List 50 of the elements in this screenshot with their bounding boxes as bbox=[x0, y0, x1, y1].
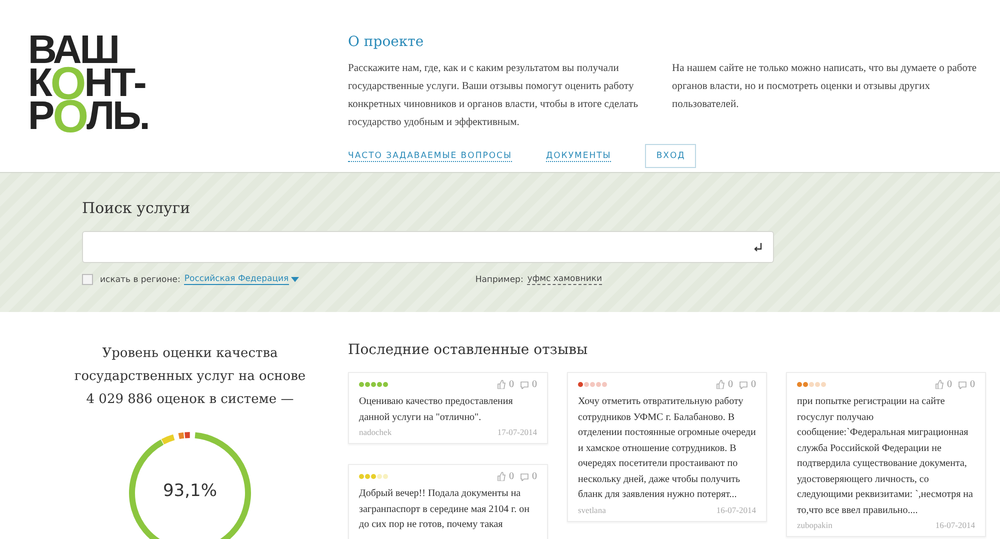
review-author: zubopakin bbox=[797, 520, 832, 530]
nav-link[interactable]: ЧАСТО ЗАДАВАЕМЫЕ ВОПРОСЫ bbox=[348, 150, 512, 162]
example-label: Например: bbox=[475, 274, 524, 284]
review-text: Добрый вечер!! Подала документы на загранпаспорт в середине мая 2104 г. он до сих пор не готов, почему такая bbox=[359, 487, 530, 532]
logo-text: О bbox=[52, 100, 86, 133]
logo-text: Р bbox=[28, 100, 53, 133]
enter-icon bbox=[753, 242, 763, 252]
likes-count: 0 bbox=[947, 379, 952, 390]
review-date: 16-07-2014 bbox=[935, 520, 975, 530]
comment-icon[interactable] bbox=[520, 472, 529, 480]
logo-text: ЛЬ. bbox=[86, 100, 148, 133]
reviews-title: Последние оставленные отзывы bbox=[348, 342, 589, 358]
comments-count: 0 bbox=[751, 379, 756, 390]
percent-label: 93,1% bbox=[162, 481, 218, 501]
review-text: Оцениваю качество предоставления данной услуги на "отлично". bbox=[359, 395, 514, 424]
review-date: 17-07-2014 bbox=[497, 427, 537, 437]
comments-count: 0 bbox=[970, 379, 975, 390]
region-link[interactable]: Российская Федерация bbox=[184, 274, 289, 285]
logo-text: НТ- bbox=[84, 67, 145, 100]
review-text: Хочу отметить отвратительную работу сотрудников УФМС г. Балабаново. В отделении постоянные огромные очереди и хамское отношение сотрудников. В очередях посетители простаивают по нескольку дней, даже чтобы получить бланк для заявления нужно потерят... bbox=[578, 395, 756, 502]
search-field[interactable] bbox=[82, 231, 774, 263]
review-author: svetlana bbox=[578, 504, 606, 514]
comment-icon[interactable] bbox=[520, 380, 529, 388]
about-paragraph: Расскажите нам, где, как и с каким результатом вы получали государственные услуги. Ваши отзывы помогут оценить работу конкретных чиновников и органов власти, чтобы в итоге сделать государство удобным и эффективным. bbox=[348, 62, 639, 130]
comment-icon[interactable] bbox=[739, 380, 748, 388]
likes-count: 0 bbox=[509, 379, 514, 390]
thumbs-up-icon[interactable] bbox=[497, 472, 506, 481]
comment-icon[interactable] bbox=[958, 380, 967, 388]
logo-text: К bbox=[28, 67, 50, 100]
region-label: искать в регионе: bbox=[100, 274, 180, 284]
comments-count: 0 bbox=[532, 471, 537, 482]
thumbs-up-icon[interactable] bbox=[935, 380, 944, 389]
example-link[interactable]: уфмс хамовники bbox=[527, 274, 602, 285]
review-text: при попытке регистрации на сайте госуслуг получаю сообщение:`Федеральная миграционная служба Российской Федерации не подтвердила существование документа, удостоверяющего личность, со следующими реквизитами: `,несмотря на то,что все ввел правильно.... bbox=[797, 395, 974, 518]
review-author: nadochek bbox=[359, 427, 392, 437]
likes-count: 0 bbox=[728, 379, 733, 390]
review-date: 16-07-2014 bbox=[716, 504, 756, 514]
comments-count: 0 bbox=[532, 379, 537, 390]
logo-text: ВАШ bbox=[28, 34, 118, 67]
thumbs-up-icon[interactable] bbox=[497, 380, 506, 389]
about-paragraph: На нашем сайте не только можно написать, что вы думаете о работе органов власти, но и посмотреть оценки и отзывы других пользователей. bbox=[672, 62, 978, 112]
search-title: Поиск услуги bbox=[82, 199, 192, 217]
nav-link[interactable]: ДОКУМЕНТЫ bbox=[546, 150, 612, 162]
thumbs-up-icon[interactable] bbox=[716, 380, 725, 389]
caret-icon bbox=[290, 277, 299, 282]
likes-count: 0 bbox=[509, 471, 514, 482]
region-checkbox[interactable] bbox=[82, 274, 93, 285]
rating-text: Уровень оценки качества государственных услуг на основе 4 029 886 оценок в системе — bbox=[73, 345, 307, 409]
section-title: О проекте bbox=[348, 34, 425, 50]
login-button[interactable]: ВХОД bbox=[645, 144, 696, 168]
